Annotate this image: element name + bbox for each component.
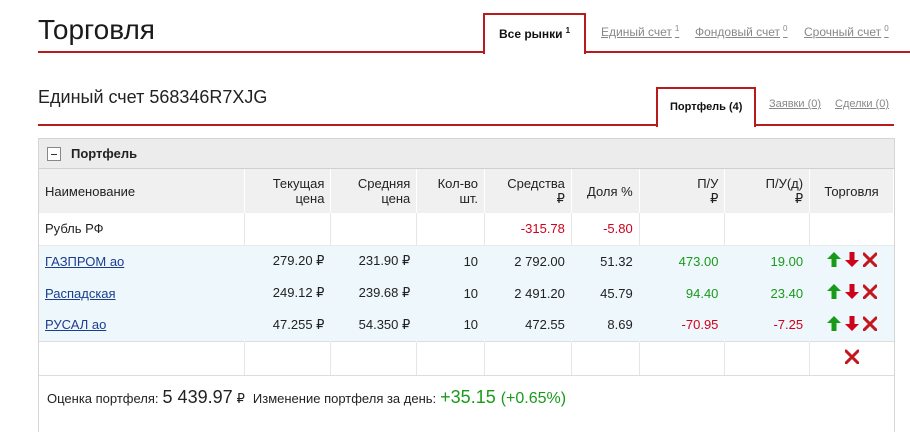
buy-arrow-up-icon[interactable] (826, 315, 841, 331)
valuation-label: Оценка портфеля: (47, 391, 159, 406)
portfolio-panel-title: Портфель (71, 146, 138, 161)
header-divider (38, 51, 910, 53)
pl-day: 23.40 (724, 277, 811, 309)
valuation-unit: ₽ (236, 391, 245, 406)
table-row: Распадская 249.12 ₽ 239.68 ₽ 10 2 491.20… (39, 277, 894, 309)
col-current-price: Текущая цена (244, 169, 332, 213)
col-avg-price: Средняя цена (330, 169, 418, 213)
buy-arrow-up-icon[interactable] (826, 252, 841, 268)
current-price: 47.255 ₽ (244, 309, 332, 341)
security-link[interactable]: ГАЗПРОМ ао (45, 254, 124, 269)
cash-name: Рубль РФ (39, 213, 245, 246)
portfolio-summary: Оценка портфеля: 5 439.97 ₽ Изменение по… (47, 387, 566, 408)
trade-actions (809, 245, 894, 277)
col-trade: Торговля (809, 169, 894, 213)
col-funds: Средства ₽ (484, 169, 572, 213)
security-link[interactable]: РУСАЛ ао (45, 317, 106, 332)
funds: 2 491.20 (484, 277, 572, 309)
qty: 10 (416, 309, 486, 341)
trade-actions (809, 309, 894, 341)
pl-day: 19.00 (724, 245, 811, 277)
close-position-x-icon[interactable] (862, 252, 877, 268)
security-link[interactable]: Распадская (45, 286, 116, 301)
account-divider (38, 124, 894, 126)
tab-unified-account[interactable]: Единый счет 1 (601, 14, 679, 39)
table-row-cash: Рубль РФ -315.78 -5.80 (39, 213, 894, 246)
pl: 473.00 (639, 245, 726, 277)
tab-all-markets[interactable]: Все рынки 1 (483, 13, 587, 54)
share: 45.79 (571, 277, 640, 309)
col-pl-day: П/У(д) ₽ (724, 169, 811, 213)
qty: 10 (416, 277, 486, 309)
qty: 10 (416, 245, 486, 277)
close-position-x-icon[interactable] (862, 316, 877, 331)
avg-price: 54.350 ₽ (330, 309, 418, 341)
tab-portfolio[interactable]: Портфель (4) (656, 87, 757, 127)
change-percent: (+0.65%) (500, 390, 567, 407)
table-row-close-all (39, 340, 894, 376)
tab-futures-account[interactable]: Срочный счет 0 (804, 14, 889, 39)
table-row: ГАЗПРОМ ао 279.20 ₽ 231.90 ₽ 10 2 792.00… (39, 245, 894, 277)
share: 51.32 (571, 245, 640, 277)
trade-actions (809, 277, 894, 309)
col-share: Доля % (571, 169, 640, 213)
col-qty: Кол-во шт. (416, 169, 486, 213)
pl: -70.95 (639, 309, 726, 341)
sell-arrow-down-icon[interactable] (844, 284, 859, 299)
pl: 94.40 (639, 277, 726, 309)
sell-arrow-down-icon[interactable] (844, 252, 859, 268)
valuation-value: 5 439.97 (162, 387, 233, 407)
close-all-x-icon[interactable] (844, 349, 859, 364)
tab-stock-account[interactable]: Фондовый счет 0 (695, 14, 787, 39)
page-header: Торговля Все рынки 1 Единый счет 1 Фондовы… (38, 0, 910, 54)
sell-arrow-down-icon[interactable] (844, 315, 859, 331)
cash-share: -5.80 (571, 213, 640, 246)
page-title: Торговля (38, 14, 155, 45)
funds: 472.55 (484, 309, 572, 341)
share: 8.69 (571, 309, 640, 341)
close-position-x-icon[interactable] (862, 284, 877, 299)
account-title: Единый счет 568346R7XJG (38, 87, 268, 107)
table-row: РУСАЛ ао 47.255 ₽ 54.350 ₽ 10 472.55 8.6… (39, 309, 894, 341)
change-value: +35.15 (440, 387, 496, 407)
portfolio-table: Наименование Текущая цена Средняя цена К… (39, 169, 894, 376)
funds: 2 792.00 (484, 245, 572, 277)
avg-price: 231.90 ₽ (330, 245, 418, 277)
portfolio-panel: Портфель Наименование Текущая цена Средн… (38, 138, 895, 432)
tab-orders[interactable]: Заявки (0) (769, 87, 821, 110)
cash-funds: -315.78 (484, 213, 572, 246)
avg-price: 239.68 ₽ (330, 277, 418, 309)
collapse-toggle-icon[interactable] (47, 146, 61, 161)
current-price: 249.12 ₽ (244, 277, 332, 309)
current-price: 279.20 ₽ (244, 245, 332, 277)
col-pl: П/У ₽ (639, 169, 726, 213)
portfolio-panel-header: Портфель (39, 139, 894, 169)
change-label: Изменение портфеля за день: (252, 391, 437, 406)
tab-deals[interactable]: Сделки (0) (835, 87, 889, 110)
col-name: Наименование (39, 169, 245, 213)
buy-arrow-up-icon[interactable] (826, 284, 841, 299)
table-header-row: Наименование Текущая цена Средняя цена К… (39, 169, 894, 213)
pl-day: -7.25 (724, 309, 811, 341)
